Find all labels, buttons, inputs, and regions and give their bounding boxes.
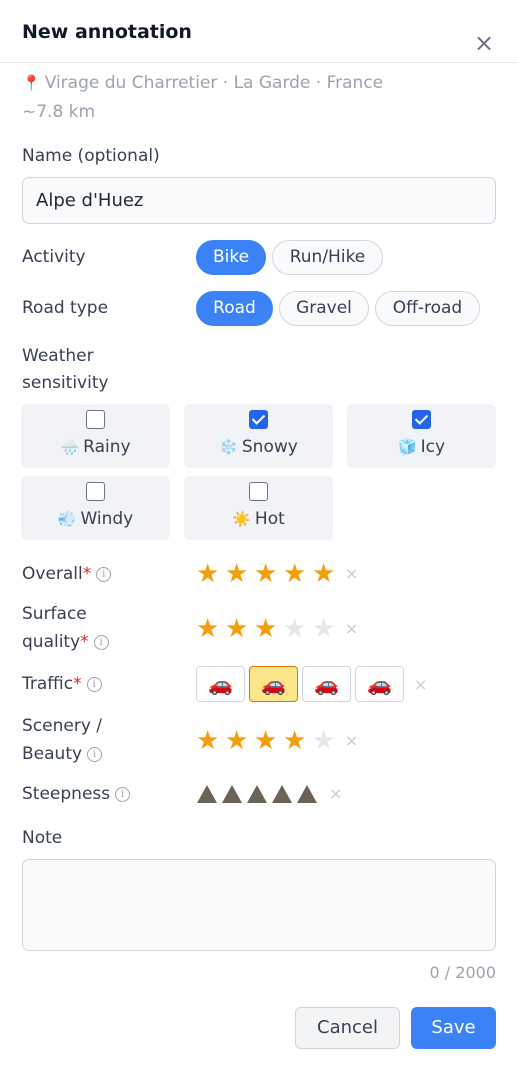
ice-cube-icon: 🧊 bbox=[397, 438, 417, 456]
star-icon[interactable]: ★ bbox=[254, 726, 277, 756]
pin-icon: 📍 bbox=[22, 74, 41, 92]
weather-option-label: Icy bbox=[420, 437, 446, 457]
weather-label-line1: Weather bbox=[22, 346, 94, 366]
scenery-label-text: Beauty bbox=[22, 744, 83, 764]
required-marker: * bbox=[73, 674, 82, 694]
star-icon[interactable]: ★ bbox=[312, 614, 335, 644]
name-label: Name (optional) bbox=[22, 146, 160, 166]
star-icon[interactable]: ★ bbox=[225, 559, 248, 589]
star-icon[interactable]: ★ bbox=[312, 559, 335, 589]
location-text: Virage du Charretier · La Garde · France bbox=[44, 73, 384, 93]
save-button[interactable]: Save bbox=[411, 1007, 496, 1049]
road-type-option-road[interactable]: Road bbox=[196, 291, 273, 326]
star-icon[interactable]: ★ bbox=[225, 614, 248, 644]
rainy-checkbox[interactable] bbox=[86, 410, 105, 429]
surface-label-text: quality bbox=[22, 632, 81, 652]
activity-label: Activity bbox=[22, 247, 86, 267]
wind-icon: 💨 bbox=[57, 510, 77, 528]
info-icon[interactable]: i bbox=[86, 676, 102, 692]
distance-text: ~7.8 km bbox=[22, 102, 96, 122]
weather-option-label: Windy bbox=[80, 509, 134, 529]
car-icon[interactable]: 🚗 bbox=[355, 666, 404, 702]
road-type-option-gravel[interactable]: Gravel bbox=[279, 291, 369, 326]
steepness-clear-button[interactable]: × bbox=[329, 779, 342, 809]
surface-label-line2: quality* i bbox=[22, 628, 109, 656]
note-textarea[interactable] bbox=[22, 859, 496, 951]
weather-option-snowy[interactable]: ❄️ Snowy bbox=[184, 404, 333, 468]
close-icon[interactable]: × bbox=[474, 31, 494, 55]
star-icon[interactable]: ★ bbox=[196, 726, 219, 756]
snowflake-icon: ❄️ bbox=[219, 438, 238, 456]
car-icon[interactable]: 🚗 bbox=[196, 666, 245, 702]
star-icon[interactable]: ★ bbox=[254, 559, 277, 589]
location-line: 📍 Virage du Charretier · La Garde · Franc… bbox=[22, 72, 383, 94]
info-icon[interactable]: i bbox=[96, 566, 112, 582]
required-marker: * bbox=[80, 632, 89, 652]
star-icon[interactable]: ★ bbox=[283, 726, 306, 756]
weather-option-windy[interactable]: 💨 Windy bbox=[21, 476, 170, 540]
sun-icon: ☀️ bbox=[232, 510, 251, 528]
star-icon[interactable]: ★ bbox=[196, 614, 219, 644]
car-icon[interactable]: 🚗 bbox=[302, 666, 351, 702]
overall-label: Overall* i bbox=[22, 560, 112, 588]
surface-label-line1: Surface bbox=[22, 604, 87, 624]
hot-checkbox[interactable] bbox=[249, 482, 268, 501]
car-icon[interactable]: 🚗 bbox=[249, 666, 298, 702]
traffic-label-text: Traffic bbox=[22, 674, 74, 694]
star-icon[interactable]: ★ bbox=[196, 559, 219, 589]
scenery-label-line1: Scenery / bbox=[22, 716, 103, 736]
star-icon[interactable]: ★ bbox=[225, 726, 248, 756]
required-marker: * bbox=[82, 564, 92, 584]
info-icon[interactable]: i bbox=[115, 786, 131, 802]
scenery-clear-button[interactable]: × bbox=[345, 726, 358, 756]
star-icon[interactable]: ★ bbox=[312, 726, 335, 756]
note-label: Note bbox=[22, 828, 63, 848]
overall-label-text: Overall bbox=[22, 564, 83, 584]
road-type-label: Road type bbox=[22, 298, 109, 318]
weather-option-hot[interactable]: ☀️ Hot bbox=[184, 476, 333, 540]
steepness-label-text: Steepness bbox=[22, 784, 111, 804]
dialog-title: New annotation bbox=[22, 21, 192, 43]
traffic-label: Traffic* i bbox=[22, 670, 102, 698]
weather-option-label: Hot bbox=[254, 509, 285, 529]
character-count: 0 / 2000 bbox=[429, 963, 496, 982]
star-icon[interactable]: ★ bbox=[283, 614, 306, 644]
weather-option-rainy[interactable]: 🌧️ Rainy bbox=[21, 404, 170, 468]
weather-option-label: Rainy bbox=[83, 437, 131, 457]
rain-cloud-icon: 🌧️ bbox=[60, 438, 80, 456]
name-input[interactable]: Alpe d'Huez bbox=[22, 177, 496, 224]
scenery-label-line2: Beauty i bbox=[22, 740, 103, 768]
star-icon[interactable]: ★ bbox=[254, 614, 277, 644]
cancel-button[interactable]: Cancel bbox=[295, 1007, 400, 1049]
snowy-checkbox[interactable] bbox=[249, 410, 268, 429]
star-icon[interactable]: ★ bbox=[283, 559, 306, 589]
triangle-icon[interactable] bbox=[222, 785, 242, 803]
surface-clear-button[interactable]: × bbox=[345, 614, 358, 644]
weather-option-icy[interactable]: 🧊 Icy bbox=[347, 404, 496, 468]
activity-option-run-hike[interactable]: Run/Hike bbox=[272, 240, 383, 275]
triangle-icon[interactable] bbox=[297, 785, 317, 803]
info-icon[interactable]: i bbox=[87, 746, 103, 762]
dialog-header: New annotation × bbox=[0, 0, 518, 63]
weather-option-label: Snowy bbox=[241, 437, 298, 457]
traffic-clear-button[interactable]: × bbox=[414, 670, 427, 700]
icy-checkbox[interactable] bbox=[412, 410, 431, 429]
windy-checkbox[interactable] bbox=[86, 482, 105, 501]
triangle-icon[interactable] bbox=[197, 785, 217, 803]
triangle-icon[interactable] bbox=[272, 785, 292, 803]
steepness-label: Steepness i bbox=[22, 780, 131, 808]
weather-label-line2: sensitivity bbox=[22, 373, 109, 393]
road-type-option-off-road[interactable]: Off-road bbox=[375, 291, 480, 326]
triangle-icon[interactable] bbox=[247, 785, 267, 803]
activity-option-bike[interactable]: Bike bbox=[196, 240, 266, 275]
overall-clear-button[interactable]: × bbox=[345, 559, 358, 589]
info-icon[interactable]: i bbox=[93, 634, 109, 650]
